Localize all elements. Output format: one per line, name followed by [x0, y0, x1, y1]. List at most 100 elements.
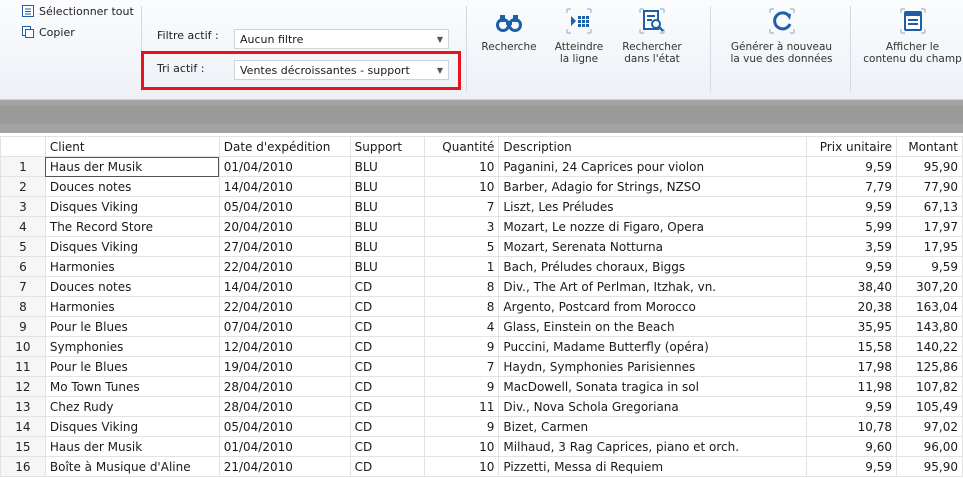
cell-description[interactable]: Bizet, Carmen [498, 416, 808, 437]
cell-client[interactable]: Mo Town Tunes [44, 376, 220, 397]
cell-amount[interactable]: 307,20 [895, 276, 963, 297]
cell-quantity[interactable]: 8 [423, 296, 500, 317]
cell-date[interactable]: 28/04/2010 [218, 376, 351, 397]
column-header-support[interactable]: Support [349, 136, 425, 157]
cell-quantity[interactable]: 10 [423, 156, 500, 177]
cell-date[interactable]: 27/04/2010 [218, 236, 351, 257]
table-row[interactable]: 6 Harmonies 22/04/2010 BLU 1 Bach, Préludes c… [0, 256, 963, 277]
cell-description[interactable]: Milhaud, 3 Rag Caprices, piano et orch. [498, 436, 808, 457]
cell-quantity[interactable]: 9 [423, 416, 500, 437]
cell-description[interactable]: Liszt, Les Préludes [498, 196, 808, 217]
cell-client[interactable]: The Record Store [44, 216, 220, 237]
cell-amount[interactable]: 143,80 [895, 316, 963, 337]
cell-client[interactable]: Douces notes [44, 176, 220, 197]
table-row[interactable]: 5 Disques Viking 27/04/2010 BLU 5 Mozart, Ser… [0, 236, 963, 257]
cell-amount[interactable]: 107,82 [895, 376, 963, 397]
cell-quantity[interactable]: 3 [423, 216, 500, 237]
cell-description[interactable]: Haydn, Symphonies Parisiennes [498, 356, 808, 377]
cell-client[interactable]: Disques Viking [44, 196, 220, 217]
cell-date[interactable]: 21/04/2010 [218, 456, 351, 477]
cell-unit-price[interactable]: 9,59 [806, 456, 897, 477]
cell-date[interactable]: 05/04/2010 [218, 196, 351, 217]
table-row[interactable]: 16 Boîte à Musique d'Aline 21/04/2010 CD 10 P… [0, 456, 963, 477]
cell-amount[interactable]: 17,97 [895, 216, 963, 237]
cell-description[interactable]: Pizzetti, Messa di Requiem [498, 456, 808, 477]
cell-quantity[interactable]: 11 [423, 396, 500, 417]
copy-button[interactable]: Copier [21, 25, 75, 39]
column-header-unit-price[interactable]: Prix unitaire [806, 136, 897, 157]
cell-support[interactable]: BLU [349, 236, 425, 257]
select-all-button[interactable]: Sélectionner tout [21, 4, 134, 18]
cell-client[interactable]: Pour le Blues [44, 316, 220, 337]
cell-support[interactable]: CD [349, 456, 425, 477]
cell-amount[interactable]: 140,22 [895, 336, 963, 357]
cell-date[interactable]: 07/04/2010 [218, 316, 351, 337]
table-row[interactable]: 2 Douces notes 14/04/2010 BLU 10 Barber, Adag… [0, 176, 963, 197]
cell-unit-price[interactable]: 9,59 [806, 156, 897, 177]
cell-description[interactable]: Glass, Einstein on the Beach [498, 316, 808, 337]
cell-unit-price[interactable]: 35,95 [806, 316, 897, 337]
show-field-content-button[interactable]: Afficher le contenu du champ [862, 6, 963, 65]
cell-date[interactable]: 14/04/2010 [218, 176, 351, 197]
cell-unit-price[interactable]: 7,79 [806, 176, 897, 197]
column-header-description[interactable]: Description [498, 136, 808, 157]
column-header-quantity[interactable]: Quantité [423, 136, 500, 157]
cell-support[interactable]: BLU [349, 216, 425, 237]
table-row[interactable]: 7 Douces notes 14/04/2010 CD 8 Div., The Art … [0, 276, 963, 297]
cell-date[interactable]: 22/04/2010 [218, 296, 351, 317]
cell-support[interactable]: CD [349, 336, 425, 357]
cell-date[interactable]: 14/04/2010 [218, 276, 351, 297]
cell-unit-price[interactable]: 17,98 [806, 356, 897, 377]
cell-support[interactable]: CD [349, 356, 425, 377]
cell-quantity[interactable]: 9 [423, 376, 500, 397]
cell-quantity[interactable]: 10 [423, 176, 500, 197]
cell-quantity[interactable]: 10 [423, 456, 500, 477]
table-row[interactable]: 14 Disques Viking 05/04/2010 CD 9 Bizet, Carm… [0, 416, 963, 437]
cell-support[interactable]: CD [349, 296, 425, 317]
cell-unit-price[interactable]: 3,59 [806, 236, 897, 257]
table-row[interactable]: 10 Symphonies 12/04/2010 CD 9 Puccini, Madame… [0, 336, 963, 357]
cell-support[interactable]: BLU [349, 256, 425, 277]
cell-amount[interactable]: 67,13 [895, 196, 963, 217]
cell-client[interactable]: Boîte à Musique d'Aline [44, 456, 220, 477]
cell-support[interactable]: BLU [349, 156, 425, 177]
cell-client[interactable]: Disques Viking [44, 236, 220, 257]
cell-date[interactable]: 05/04/2010 [218, 416, 351, 437]
cell-unit-price[interactable]: 9,60 [806, 436, 897, 457]
cell-description[interactable]: Div., Nova Schola Gregoriana [498, 396, 808, 417]
cell-unit-price[interactable]: 9,59 [806, 396, 897, 417]
cell-unit-price[interactable]: 20,38 [806, 296, 897, 317]
cell-client[interactable]: Pour le Blues [44, 356, 220, 377]
cell-description[interactable]: Div., The Art of Perlman, Itzhak, vn. [498, 276, 808, 297]
cell-amount[interactable]: 97,02 [895, 416, 963, 437]
cell-unit-price[interactable]: 9,59 [806, 256, 897, 277]
table-row[interactable]: 13 Chez Rudy 28/04/2010 CD 11 Div., Nova Scho… [0, 396, 963, 417]
cell-unit-price[interactable]: 5,99 [806, 216, 897, 237]
cell-date[interactable]: 01/04/2010 [218, 156, 351, 177]
cell-amount[interactable]: 77,90 [895, 176, 963, 197]
cell-date[interactable]: 20/04/2010 [218, 216, 351, 237]
cell-amount[interactable]: 96,00 [895, 436, 963, 457]
cell-quantity[interactable]: 10 [423, 436, 500, 457]
table-row[interactable]: 9 Pour le Blues 07/04/2010 CD 4 Glass, Einste… [0, 316, 963, 337]
cell-quantity[interactable]: 8 [423, 276, 500, 297]
cell-description[interactable]: Bach, Préludes choraux, Biggs [498, 256, 808, 277]
table-row[interactable]: 12 Mo Town Tunes 28/04/2010 CD 9 MacDowell, S… [0, 376, 963, 397]
cell-client[interactable]: Chez Rudy [44, 396, 220, 417]
cell-amount[interactable]: 9,59 [895, 256, 963, 277]
regenerate-view-button[interactable]: Générer à nouveau la vue des données [724, 6, 839, 65]
cell-date[interactable]: 22/04/2010 [218, 256, 351, 277]
cell-description[interactable]: Puccini, Madame Butterfly (opéra) [498, 336, 808, 357]
cell-description[interactable]: Mozart, Serenata Notturna [498, 236, 808, 257]
cell-client[interactable]: Haus der Musik [44, 156, 220, 177]
cell-amount[interactable]: 105,49 [895, 396, 963, 417]
cell-amount[interactable]: 163,04 [895, 296, 963, 317]
column-header-date[interactable]: Date d'expédition [218, 136, 351, 157]
goto-line-button[interactable]: Atteindre la ligne [551, 6, 607, 65]
cell-amount[interactable]: 17,95 [895, 236, 963, 257]
table-row[interactable]: 3 Disques Viking 05/04/2010 BLU 7 Liszt, Les … [0, 196, 963, 217]
cell-client[interactable]: Harmonies [44, 256, 220, 277]
cell-quantity[interactable]: 7 [423, 196, 500, 217]
cell-date[interactable]: 01/04/2010 [218, 436, 351, 457]
cell-support[interactable]: BLU [349, 196, 425, 217]
